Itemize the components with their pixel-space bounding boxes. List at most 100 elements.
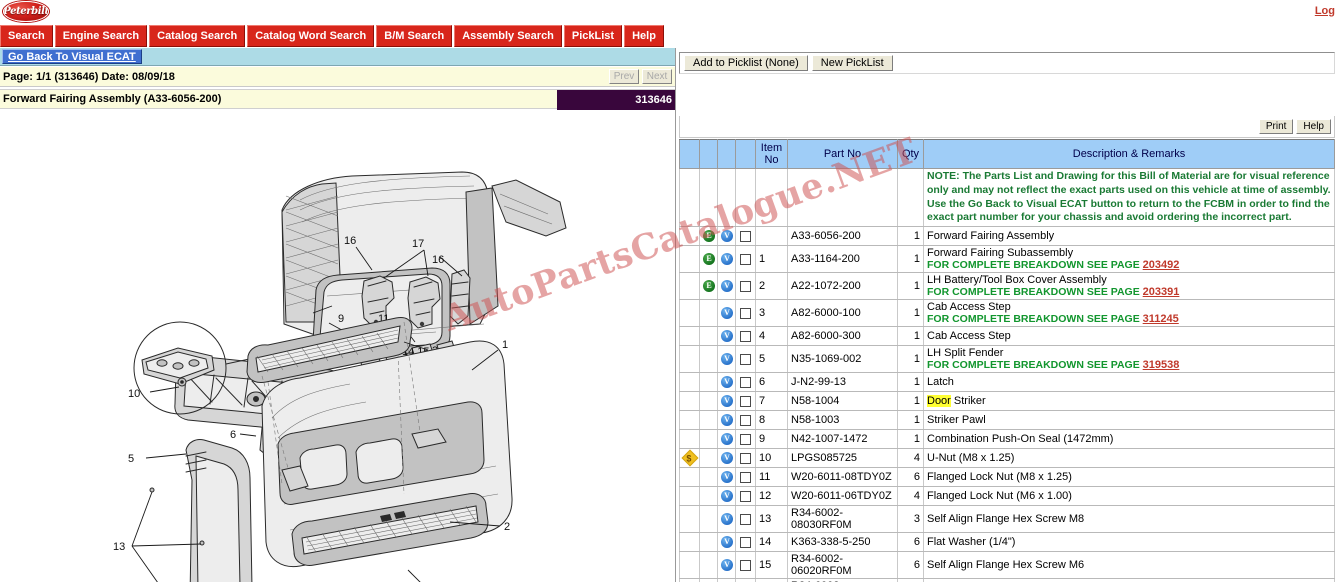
row-checkbox[interactable] bbox=[740, 376, 751, 388]
dollar-icon[interactable]: $ bbox=[681, 449, 698, 466]
parts-drawing[interactable]: .ln{fill:none;stroke:#2a2a2a;stroke-widt… bbox=[0, 110, 675, 582]
row-checkbox[interactable] bbox=[740, 307, 751, 319]
table-row[interactable]: E V A33-6056-200 1 Forward Fairing Assembly bbox=[679, 226, 1335, 246]
nav-catalog-search[interactable]: Catalog Search bbox=[149, 25, 246, 47]
view-v-icon[interactable]: V bbox=[721, 433, 733, 446]
table-row[interactable]: V 7 N58-1004 1 Door Striker bbox=[679, 391, 1335, 411]
table-row[interactable]: V 14 K363-338-5-250 6 Flat Washer (1/4") bbox=[679, 532, 1335, 552]
desc-text: U-Nut (M8 x 1.25) bbox=[927, 452, 1015, 464]
row-qty: 6 bbox=[897, 467, 924, 487]
breakdown-page-link[interactable]: 203492 bbox=[1143, 259, 1180, 271]
table-row[interactable]: $ V 10 LPGS085725 4 U-Nut (M8 x 1.25) bbox=[679, 448, 1335, 468]
view-v-icon[interactable]: V bbox=[721, 376, 733, 389]
nav-help[interactable]: Help bbox=[624, 25, 664, 47]
table-row[interactable]: V 16R34-6002-08040RF0M4Exterior Threaded … bbox=[679, 578, 1335, 582]
desc-text: Flanged Lock Nut (M6 x 1.00) bbox=[927, 490, 1072, 502]
row-checkbox[interactable] bbox=[740, 330, 751, 342]
prev-page-button[interactable]: Prev bbox=[609, 69, 639, 84]
view-v-icon[interactable]: V bbox=[721, 307, 733, 320]
table-row[interactable]: V 4 A82-6000-300 1 Cab Access Step bbox=[679, 326, 1335, 346]
print-button[interactable]: Print bbox=[1258, 119, 1294, 134]
expand-e-icon[interactable]: E bbox=[703, 253, 715, 266]
row-checkbox[interactable] bbox=[740, 395, 751, 407]
table-row[interactable]: V 9 N42-1007-1472 1 Combination Push-On Seal… bbox=[679, 429, 1335, 449]
row-price-cell bbox=[679, 532, 700, 552]
row-qty: 1 bbox=[897, 429, 924, 449]
row-qty: 6 bbox=[897, 551, 924, 579]
top-bar: Peterbilt Log bbox=[0, 0, 1337, 25]
row-v-cell: V bbox=[717, 326, 736, 346]
table-row[interactable]: V 11 W20-6011-08TDY0Z 6 Flanged Lock Nut (M8… bbox=[679, 467, 1335, 487]
view-v-icon[interactable]: V bbox=[721, 559, 733, 572]
next-page-button[interactable]: Next bbox=[642, 69, 672, 84]
help-button[interactable]: Help bbox=[1296, 119, 1331, 134]
breakdown-note: FOR COMPLETE BREAKDOWN SEE PAGE bbox=[927, 313, 1143, 325]
go-back-to-visual-ecat-button[interactable]: Go Back To Visual ECAT bbox=[2, 49, 142, 64]
expand-e-icon[interactable]: E bbox=[703, 230, 715, 243]
bom-note-text: NOTE: The Parts List and Drawing for thi… bbox=[927, 170, 1331, 224]
breakdown-page-link[interactable]: 203391 bbox=[1143, 286, 1180, 298]
row-item-no: 16 bbox=[755, 578, 788, 582]
add-to-picklist-button[interactable]: Add to Picklist (None) bbox=[684, 55, 808, 71]
table-row[interactable]: V 13 R34-6002-08030RF0M 3 Self Align Flange … bbox=[679, 505, 1335, 533]
nav-engine-search[interactable]: Engine Search bbox=[54, 25, 148, 47]
row-checkbox[interactable] bbox=[740, 280, 751, 292]
row-item-no: 10 bbox=[755, 448, 788, 468]
view-v-icon[interactable]: V bbox=[721, 414, 733, 427]
new-picklist-button[interactable]: New PickList bbox=[811, 55, 893, 71]
desc-text: Combination Push-On Seal (1472mm) bbox=[927, 433, 1114, 445]
row-part-no: N58-1004 bbox=[787, 391, 898, 411]
breakdown-page-link[interactable]: 319538 bbox=[1143, 359, 1180, 371]
view-v-icon[interactable]: V bbox=[721, 471, 733, 484]
nav-assembly-search[interactable]: Assembly Search bbox=[454, 25, 562, 47]
table-row[interactable]: V 3 A82-6000-100 1 Cab Access Step FOR COMPLE… bbox=[679, 299, 1335, 327]
row-checkbox[interactable] bbox=[740, 433, 751, 445]
parts-table-wrapper[interactable]: Item No Part No Qty Description & Remark… bbox=[679, 139, 1335, 582]
view-v-icon[interactable]: V bbox=[721, 230, 733, 243]
expand-e-icon[interactable]: E bbox=[703, 280, 715, 293]
desc-suffix: Striker bbox=[950, 395, 986, 407]
view-v-icon[interactable]: V bbox=[721, 280, 733, 293]
table-row[interactable]: E V 2 A22-1072-200 1 LH Battery/Tool Box Cove… bbox=[679, 272, 1335, 300]
row-v-cell: V bbox=[717, 505, 736, 533]
table-row[interactable]: V 6 J-N2-99-13 1 Latch bbox=[679, 372, 1335, 392]
row-checkbox[interactable] bbox=[740, 230, 751, 242]
view-v-icon[interactable]: V bbox=[721, 513, 733, 526]
row-part-no: W20-6011-06TDY0Z bbox=[787, 486, 898, 506]
row-e-cell bbox=[699, 578, 718, 582]
table-row[interactable]: V 15 R34-6002-06020RF0M 6 Self Align Flange … bbox=[679, 551, 1335, 579]
row-checkbox[interactable] bbox=[740, 536, 751, 548]
view-v-icon[interactable]: V bbox=[721, 490, 733, 503]
row-price-cell bbox=[679, 226, 700, 246]
table-row[interactable]: V 5 N35-1069-002 1 LH Split Fender FOR COMPLE… bbox=[679, 345, 1335, 373]
nav-bm-search[interactable]: B/M Search bbox=[376, 25, 453, 47]
page-number-badge: 313646 bbox=[557, 90, 675, 110]
row-checkbox[interactable] bbox=[740, 490, 751, 502]
nav-search[interactable]: Search bbox=[0, 25, 53, 47]
nav-catalog-word-search[interactable]: Catalog Word Search bbox=[247, 25, 375, 47]
view-v-icon[interactable]: V bbox=[721, 536, 733, 549]
view-v-icon[interactable]: V bbox=[721, 353, 733, 366]
logout-link[interactable]: Log bbox=[1315, 5, 1335, 17]
table-row[interactable]: E V 1 A33-1164-200 1 Forward Fairing Subassem… bbox=[679, 245, 1335, 273]
row-checkbox[interactable] bbox=[740, 353, 751, 365]
table-row[interactable]: V 8 N58-1003 1 Striker Pawl bbox=[679, 410, 1335, 430]
view-v-icon[interactable]: V bbox=[721, 330, 733, 343]
nav-picklist[interactable]: PickList bbox=[563, 25, 623, 47]
table-row[interactable]: V 12 W20-6011-06TDY0Z 4 Flanged Lock Nut (M6… bbox=[679, 486, 1335, 506]
breakdown-page-link[interactable]: 311245 bbox=[1143, 313, 1179, 325]
row-checkbox[interactable] bbox=[740, 559, 751, 571]
view-v-icon[interactable]: V bbox=[721, 395, 733, 408]
row-checkbox[interactable] bbox=[740, 513, 751, 525]
row-qty: 4 bbox=[897, 448, 924, 468]
row-checkbox[interactable] bbox=[740, 253, 751, 265]
note-row-part bbox=[787, 168, 898, 227]
view-v-icon[interactable]: V bbox=[721, 253, 733, 266]
row-checkbox[interactable] bbox=[740, 452, 751, 464]
row-e-cell bbox=[699, 429, 718, 449]
view-v-icon[interactable]: V bbox=[721, 452, 733, 465]
row-description: LH Battery/Tool Box Cover Assembly FOR CO… bbox=[923, 272, 1335, 300]
print-help-toolbar: Print Help bbox=[679, 116, 1335, 138]
row-checkbox[interactable] bbox=[740, 414, 751, 426]
row-checkbox[interactable] bbox=[740, 471, 751, 483]
